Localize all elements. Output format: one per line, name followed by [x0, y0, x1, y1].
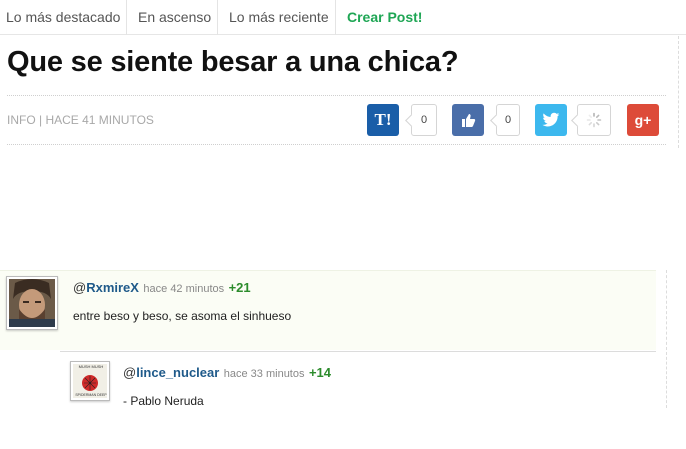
taringa-share-button[interactable]: T! — [367, 104, 399, 136]
thumbs-up-icon — [462, 114, 476, 127]
comment-username[interactable]: @lince_nuclear — [123, 365, 219, 380]
like-button[interactable] — [452, 104, 484, 136]
twitter-bird-icon — [542, 112, 560, 127]
comment-timestamp: hace 42 minutos — [143, 283, 225, 295]
comment-timestamp: hace 33 minutos — [223, 368, 305, 380]
comment-score: +21 — [228, 280, 251, 295]
divider — [60, 351, 656, 352]
twitter-share-count — [577, 104, 611, 136]
page-title: Que se siente besar a una chica? — [7, 46, 459, 78]
avatar-caption: SPIDERMAN DEEP — [75, 393, 107, 397]
nav-item-reciente[interactable]: Lo más reciente — [223, 0, 336, 35]
twitter-share-button[interactable] — [535, 104, 567, 136]
comment-username[interactable]: @RxmireX — [73, 280, 139, 295]
avatar-caption: MUSH MUSH — [78, 364, 104, 369]
divider — [7, 144, 666, 145]
nav-item-ascenso[interactable]: En ascenso — [132, 0, 219, 35]
user-avatar-image — [9, 279, 55, 327]
loading-spinner-icon — [586, 112, 602, 128]
divider — [678, 36, 679, 148]
post-meta: INFO | HACE 41 MINUTOS — [7, 113, 154, 127]
comment-header: @RxmireX hace 42 minutos +21 — [73, 279, 251, 297]
create-post-link[interactable]: Crear Post! — [341, 0, 428, 35]
comment-score: +14 — [308, 365, 331, 380]
divider — [666, 352, 667, 408]
taringa-icon: T! — [374, 110, 392, 129]
comment-text: entre beso y beso, se asoma el sinhueso — [73, 309, 292, 323]
like-count: 0 — [496, 104, 520, 136]
comment-text: - Pablo Neruda — [123, 394, 204, 408]
taringa-share-count: 0 — [411, 104, 437, 136]
comment-header: @lince_nuclear hace 33 minutos +14 — [123, 364, 331, 382]
nav-item-destacado[interactable]: Lo más destacado — [0, 0, 128, 35]
divider — [666, 270, 667, 350]
top-nav: Lo más destacado En ascenso Lo más recie… — [0, 0, 686, 35]
google-plus-share-button[interactable]: g+ — [627, 104, 659, 136]
divider — [7, 95, 666, 96]
avatar[interactable]: MUSH MUSH SPIDERMAN DEEP — [70, 361, 110, 401]
avatar[interactable] — [6, 276, 58, 330]
google-plus-icon: g+ — [634, 112, 652, 128]
